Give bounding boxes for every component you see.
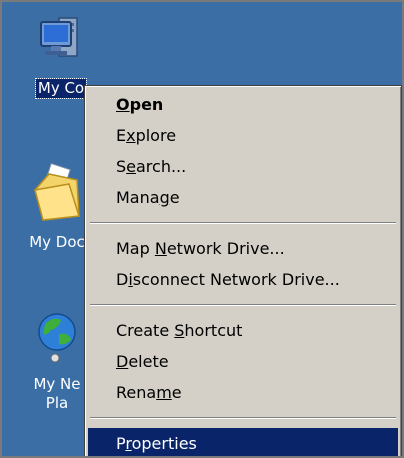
menu-item-open[interactable]: Open [88,89,398,120]
menu-item-label: e [169,188,180,207]
menu-item-search[interactable]: Search... [88,151,398,182]
context-menu: Open Explore Search... Manage Map Networ… [84,85,402,456]
menu-item-label: Map [116,239,155,258]
menu-item-disconnect-network-drive[interactable]: Disconnect Network Drive... [88,264,398,295]
menu-item-label: sconnect Network Drive... [132,270,340,289]
menu-item-accel: O [116,95,130,114]
desktop-icon-label: My Ne [33,375,81,393]
menu-item-accel: e [126,157,136,176]
menu-item-accel: g [159,188,170,207]
menu-item-label: Mana [116,188,160,207]
desktop-icon-label: My Co [34,78,88,99]
menu-item-accel: S [174,321,185,340]
menu-item-label: etwork Drive... [166,239,285,258]
menu-item-label: E [116,126,127,145]
menu-item-accel: N [154,239,167,258]
menu-item-manage[interactable]: Manage [88,182,398,213]
menu-item-accel: D [116,352,129,371]
menu-item-label: Rena [116,383,157,402]
menu-item-label: elete [128,352,169,371]
menu-item-label: e [171,383,182,402]
menu-item-accel: m [156,383,172,402]
menu-item-rename[interactable]: Rename [88,377,398,408]
menu-item-create-shortcut[interactable]: Create Shortcut [88,315,398,346]
menu-separator [90,304,396,306]
menu-separator [90,417,396,419]
menu-item-label: arch... [136,157,187,176]
menu-item-delete[interactable]: Delete [88,346,398,377]
menu-item-properties[interactable]: Properties [88,428,398,456]
menu-item-accel: x [126,126,136,145]
menu-item-label: Create [116,321,175,340]
menu-separator [90,222,396,224]
menu-item-label: pen [129,95,164,114]
desktop-icon-label: My Doc [29,233,85,251]
computer-icon [6,10,116,79]
menu-item-label: plore [135,126,177,145]
menu-item-label: operties [131,434,197,453]
menu-item-label: hortcut [184,321,243,340]
menu-item-label: P [116,434,126,453]
menu-item-label: S [116,157,127,176]
menu-item-map-network-drive[interactable]: Map Network Drive... [88,233,398,264]
desktop-icon-label: Pla [45,394,69,412]
menu-item-label: D [116,270,129,289]
menu-item-explore[interactable]: Explore [88,120,398,151]
desktop[interactable]: My Co My Doc My Ne Pla Open Explore Sear… [0,0,404,458]
